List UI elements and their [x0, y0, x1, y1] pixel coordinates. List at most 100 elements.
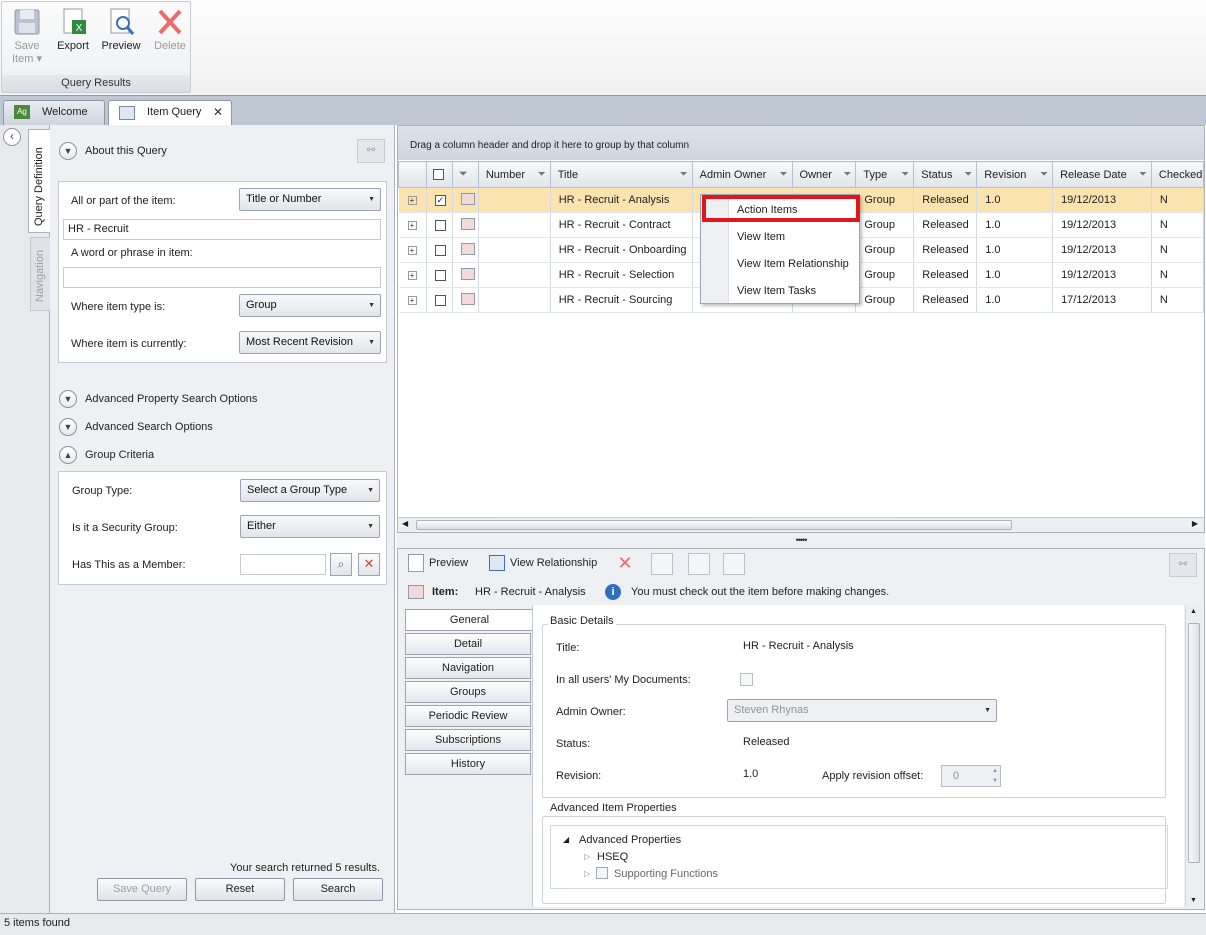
horizontal-scrollbar[interactable]: ◀ ▶: [398, 517, 1204, 532]
filter-icon[interactable]: ⏷: [451, 161, 479, 188]
mydocs-checkbox[interactable]: [740, 673, 753, 686]
preview-button[interactable]: Preview: [100, 6, 142, 52]
column-owner[interactable]: Owner ⏷: [791, 161, 857, 188]
row-checkbox[interactable]: [426, 262, 453, 288]
stepper-arrows-icon[interactable]: ▲ ▼: [992, 766, 998, 786]
item-mode-select[interactable]: Title or Number ▼: [239, 188, 381, 211]
link-icon[interactable]: ⚯: [357, 139, 385, 163]
filter-icon[interactable]: ⏷: [1139, 169, 1147, 180]
revision-select[interactable]: Most Recent Revision ▼: [239, 331, 381, 354]
tree-checkbox[interactable]: [596, 867, 608, 879]
row-checkbox[interactable]: [426, 287, 453, 313]
scroll-left-icon[interactable]: ◀: [402, 519, 408, 528]
tab-periodic-review[interactable]: Periodic Review: [405, 705, 531, 727]
tree-root[interactable]: Advanced Properties: [579, 834, 681, 846]
column-admin-owner[interactable]: Admin Owner ⏷: [691, 161, 793, 188]
column-checked[interactable]: Checked: [1150, 161, 1205, 188]
scroll-right-icon[interactable]: ▶: [1192, 519, 1198, 528]
filter-icon[interactable]: ⏷: [843, 169, 851, 180]
adv-property-header[interactable]: Advanced Property Search Options: [85, 393, 257, 405]
filter-icon[interactable]: ⏷: [538, 169, 546, 180]
lookup-search-icon[interactable]: ⌕: [330, 553, 352, 576]
checkin-icon[interactable]: [688, 553, 710, 575]
menu-item-view-relationship[interactable]: View Item Relationship: [737, 258, 849, 270]
member-input[interactable]: [240, 554, 326, 575]
group-by-bar[interactable]: Drag a column header and drop it here to…: [398, 126, 1204, 160]
phrase-input[interactable]: [63, 267, 381, 288]
column-release-date[interactable]: Release Date ⏷: [1052, 161, 1152, 188]
tab-navigation[interactable]: Navigation: [405, 657, 531, 679]
chevron-down-icon[interactable]: ▼: [59, 390, 77, 408]
checkout-icon[interactable]: [651, 553, 673, 575]
clear-member-icon[interactable]: ✕: [358, 553, 380, 576]
filter-icon[interactable]: ⏷: [1040, 169, 1048, 180]
tab-item-query[interactable]: Item Query ✕: [108, 100, 232, 126]
detail-preview-button[interactable]: Preview: [429, 557, 468, 569]
tab-navigation-side[interactable]: Navigation: [30, 237, 50, 311]
tab-groups[interactable]: Groups: [405, 681, 531, 703]
tree-expanded-icon[interactable]: ◢: [563, 835, 569, 844]
collapse-panel-icon[interactable]: ‹: [3, 128, 21, 146]
scroll-down-icon[interactable]: ▼: [1190, 897, 1197, 904]
save-query-button[interactable]: Save Query: [97, 878, 187, 901]
expand-row-icon[interactable]: +: [398, 212, 427, 238]
filter-icon[interactable]: ⏷: [780, 169, 788, 180]
tab-detail[interactable]: Detail: [405, 633, 531, 655]
expand-row-icon[interactable]: +: [398, 187, 427, 213]
tab-subscriptions[interactable]: Subscriptions: [405, 729, 531, 751]
reset-button[interactable]: Reset: [195, 878, 285, 901]
row-checkbox[interactable]: [426, 212, 453, 238]
security-select[interactable]: Either ▼: [240, 515, 380, 538]
scroll-thumb[interactable]: [1188, 623, 1200, 863]
save-item-button[interactable]: Save Item ▾: [10, 6, 44, 65]
menu-item-view-item[interactable]: View Item: [737, 231, 785, 243]
delete-button[interactable]: Delete: [150, 6, 190, 52]
tab-history[interactable]: History: [405, 753, 531, 775]
tab-welcome[interactable]: Ag Welcome: [3, 100, 105, 125]
tab-general[interactable]: General: [405, 609, 533, 631]
column-number[interactable]: Number ⏷: [477, 161, 551, 188]
scroll-thumb[interactable]: [416, 520, 1012, 530]
select-all-checkbox[interactable]: [425, 161, 453, 188]
search-button[interactable]: Search: [293, 878, 383, 901]
filter-icon[interactable]: ⏷: [964, 169, 972, 180]
close-tab-icon[interactable]: ✕: [213, 101, 223, 123]
item-search-input[interactable]: HR - Recruit: [63, 219, 381, 240]
column-status[interactable]: Status ⏷: [913, 161, 978, 188]
about-query-header[interactable]: About this Query: [85, 145, 167, 157]
cancel-checkout-icon[interactable]: [723, 553, 745, 575]
adv-search-header[interactable]: Advanced Search Options: [85, 421, 213, 433]
tree-collapsed-icon[interactable]: ▷: [584, 852, 590, 861]
column-type[interactable]: Type ⏷: [855, 161, 915, 188]
row-checkbox[interactable]: ✓: [426, 187, 453, 213]
tree-node-supporting[interactable]: Supporting Functions: [614, 868, 718, 880]
view-relationship-button[interactable]: View Relationship: [510, 557, 597, 569]
group-criteria-header[interactable]: Group Criteria: [85, 449, 154, 461]
expand-row-icon[interactable]: +: [398, 287, 427, 313]
offset-stepper[interactable]: 0 ▲ ▼: [941, 765, 1001, 787]
tree-collapsed-icon[interactable]: ▷: [584, 869, 590, 878]
chevron-down-icon[interactable]: ▼: [59, 418, 77, 436]
group-type-select[interactable]: Select a Group Type ▼: [240, 479, 380, 502]
vertical-scrollbar[interactable]: ▲ ▼: [1185, 605, 1202, 907]
admin-owner-select[interactable]: Steven Rhynas ▼: [727, 699, 997, 722]
menu-item-view-tasks[interactable]: View Item Tasks: [737, 285, 816, 297]
column-revision[interactable]: Revision ⏷: [976, 161, 1054, 188]
delete-icon[interactable]: ✕: [613, 552, 637, 576]
chevron-up-icon[interactable]: ▲: [59, 446, 77, 464]
revision-value: 1.0: [743, 768, 759, 780]
link-icon[interactable]: ⚯: [1169, 553, 1197, 577]
scroll-up-icon[interactable]: ▲: [1190, 608, 1197, 615]
expand-row-icon[interactable]: +: [398, 262, 427, 288]
chevron-down-icon[interactable]: ▼: [59, 142, 77, 160]
tab-query-definition[interactable]: Query Definition: [28, 129, 50, 233]
splitter-handle[interactable]: •••••: [397, 533, 1205, 548]
tree-node-hseq[interactable]: HSEQ: [597, 851, 628, 863]
filter-icon[interactable]: ⏷: [680, 169, 688, 180]
column-title[interactable]: Title ⏷: [549, 161, 693, 188]
filter-icon[interactable]: ⏷: [901, 169, 909, 180]
expand-row-icon[interactable]: +: [398, 237, 427, 263]
item-type-select[interactable]: Group ▼: [239, 294, 381, 317]
export-button[interactable]: X Export: [54, 6, 92, 52]
row-checkbox[interactable]: [426, 237, 453, 263]
